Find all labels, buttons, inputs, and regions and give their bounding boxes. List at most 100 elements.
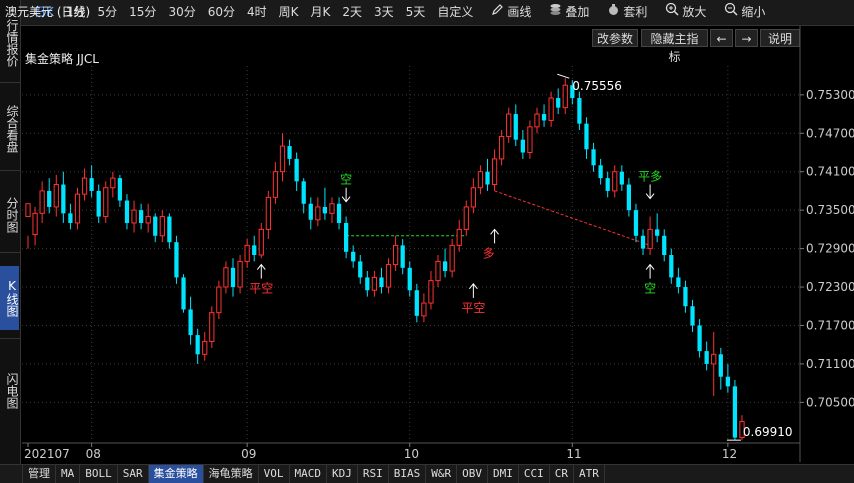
candle-body[interactable] xyxy=(365,277,370,291)
candle-body[interactable] xyxy=(39,190,45,214)
candle-body[interactable] xyxy=(392,244,399,266)
indicator-tab-14[interactable]: CCI xyxy=(519,465,550,483)
candle-body[interactable] xyxy=(485,171,490,185)
candle-body[interactable] xyxy=(428,280,434,304)
candle-body[interactable] xyxy=(385,264,392,288)
candle-body[interactable] xyxy=(209,312,215,342)
candle-body[interactable] xyxy=(322,206,328,214)
candle-body[interactable] xyxy=(435,260,441,282)
candle-body[interactable] xyxy=(351,251,356,262)
candle-body[interactable] xyxy=(520,139,525,153)
candle-body[interactable] xyxy=(174,242,179,278)
candle-body[interactable] xyxy=(421,302,427,317)
candle-body[interactable] xyxy=(414,290,419,316)
candle-body[interactable] xyxy=(195,335,200,355)
candle-body[interactable] xyxy=(732,386,738,438)
indicator-tab-7[interactable]: MACD xyxy=(290,465,327,483)
candle-body[interactable] xyxy=(181,277,186,310)
candle-body[interactable] xyxy=(690,306,695,326)
candle-body[interactable] xyxy=(110,177,116,189)
candle-body[interactable] xyxy=(258,228,264,256)
candle-body[interactable] xyxy=(725,376,730,387)
candle-body[interactable] xyxy=(633,210,639,236)
candle-body[interactable] xyxy=(32,212,38,235)
candle-body[interactable] xyxy=(477,171,484,189)
candle-body[interactable] xyxy=(287,146,292,159)
candle-body[interactable] xyxy=(598,165,603,179)
candle-body[interactable] xyxy=(562,84,568,109)
candle-body[interactable] xyxy=(188,309,193,336)
candle-body[interactable] xyxy=(655,229,660,236)
candle-body[interactable] xyxy=(272,171,279,198)
candle-body[interactable] xyxy=(244,244,250,262)
indicator-tab-8[interactable]: KDJ xyxy=(327,465,358,483)
indicator-tab-6[interactable]: VOL xyxy=(259,465,290,483)
candle-body[interactable] xyxy=(697,325,702,352)
candle-body[interactable] xyxy=(548,97,554,121)
candle-body[interactable] xyxy=(463,206,469,230)
candle-body[interactable] xyxy=(81,177,88,195)
candle-body[interactable] xyxy=(718,354,723,377)
candle-body[interactable] xyxy=(499,135,505,160)
candle-body[interactable] xyxy=(379,277,384,288)
candle-body[interactable] xyxy=(506,113,512,137)
candle-body[interactable] xyxy=(640,235,646,249)
indicator-tab-9[interactable]: RSI xyxy=(358,465,389,483)
candle-body[interactable] xyxy=(541,114,547,121)
candle-body[interactable] xyxy=(470,187,476,208)
candle-body[interactable] xyxy=(202,340,208,355)
candle-body[interactable] xyxy=(612,171,618,192)
candle-body[interactable] xyxy=(605,178,610,191)
candle-body[interactable] xyxy=(96,190,101,217)
candle-body[interactable] xyxy=(556,98,561,108)
indicator-tab-11[interactable]: W&R xyxy=(426,465,458,483)
candle-body[interactable] xyxy=(145,216,151,224)
candle-body[interactable] xyxy=(53,184,59,208)
indicator-tab-3[interactable]: SAR xyxy=(118,465,149,483)
candlestick-chart[interactable]: 0.75300 0.74700 0.74100 0.73500 0.72900 0.723… xyxy=(0,0,854,464)
candle-body[interactable] xyxy=(591,149,596,166)
candle-body[interactable] xyxy=(456,228,462,246)
candle-body[interactable] xyxy=(619,171,624,185)
candle-body[interactable] xyxy=(252,245,257,255)
candle-body[interactable] xyxy=(61,184,66,214)
candle-body[interactable] xyxy=(279,145,286,173)
indicator-tab-0[interactable]: 管理 xyxy=(23,465,56,483)
candle-body[interactable] xyxy=(47,190,52,207)
candle-body[interactable] xyxy=(74,193,81,224)
candle-body[interactable] xyxy=(25,203,31,218)
candle-body[interactable] xyxy=(117,178,123,201)
candle-body[interactable] xyxy=(230,267,236,288)
candle-body[interactable] xyxy=(68,213,73,223)
candle-body[interactable] xyxy=(89,178,94,191)
candle-body[interactable] xyxy=(647,228,653,250)
candle-body[interactable] xyxy=(513,114,518,140)
candle-body[interactable] xyxy=(584,123,589,150)
indicator-tab-1[interactable]: MA xyxy=(56,465,81,483)
candle-body[interactable] xyxy=(662,235,667,255)
indicator-tab-5[interactable]: 海龟策略 xyxy=(204,465,259,483)
candle-body[interactable] xyxy=(138,210,144,223)
candle-body[interactable] xyxy=(534,113,540,128)
candle-body[interactable] xyxy=(103,187,109,218)
candle-body[interactable] xyxy=(400,245,405,268)
candle-body[interactable] xyxy=(265,196,271,230)
candle-body[interactable] xyxy=(527,126,533,153)
candle-body[interactable] xyxy=(343,222,349,252)
indicator-tab-16[interactable]: ATR xyxy=(574,465,605,483)
candle-body[interactable] xyxy=(131,209,137,224)
candle-body[interactable] xyxy=(704,351,709,364)
indicator-tab-2[interactable]: BOLL xyxy=(80,465,118,483)
indicator-tab-12[interactable]: OBV xyxy=(457,465,488,483)
candle-body[interactable] xyxy=(491,158,498,186)
candle-body[interactable] xyxy=(294,158,299,182)
candle-body[interactable] xyxy=(442,261,448,272)
candle-body[interactable] xyxy=(577,98,582,124)
candle-body[interactable] xyxy=(237,260,243,288)
candle-body[interactable] xyxy=(159,216,165,237)
candle-body[interactable] xyxy=(407,267,412,291)
candle-body[interactable] xyxy=(626,184,632,211)
candle-body[interactable] xyxy=(669,255,674,278)
candle-body[interactable] xyxy=(449,244,455,272)
candle-body[interactable] xyxy=(329,203,335,214)
